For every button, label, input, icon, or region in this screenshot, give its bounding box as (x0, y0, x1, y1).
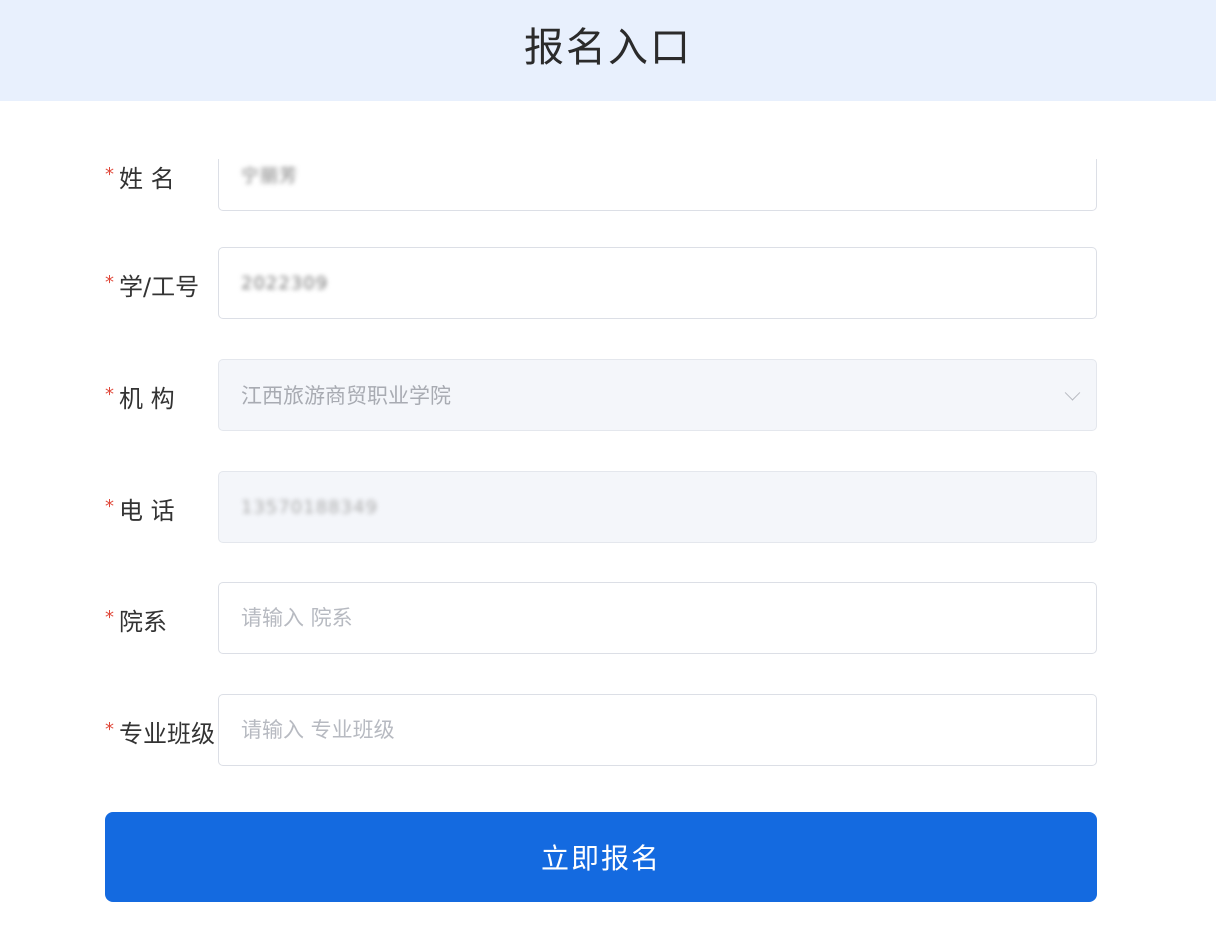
major-class-label: * 专业班级 (105, 718, 215, 748)
institution-row: * 机 构 江西旅游商贸职业学院 (0, 359, 1216, 433)
submit-button[interactable]: 立即报名 (105, 812, 1097, 902)
department-row: * 院系 (0, 582, 1216, 656)
name-label: * 姓 名 (105, 163, 175, 193)
phone-field[interactable]: 13570188349 (218, 471, 1097, 543)
institution-value: 江西旅游商贸职业学院 (241, 384, 451, 408)
id-label: * 学/工号 (105, 271, 200, 301)
major-class-input[interactable] (241, 718, 1041, 742)
page-title: 报名入口 (524, 24, 692, 71)
phone-value: 13570188349 (241, 496, 378, 518)
registration-form: * 姓 名 宁丽芳 * 学/工号 2022309 * 机 构 江西旅游商贸职业学… (0, 101, 1216, 940)
id-value: 2022309 (241, 272, 329, 294)
id-row: * 学/工号 2022309 (0, 247, 1216, 321)
department-field[interactable] (218, 582, 1097, 654)
institution-select[interactable]: 江西旅游商贸职业学院 (218, 359, 1097, 431)
name-field[interactable]: 宁丽芳 (218, 159, 1097, 211)
id-field[interactable]: 2022309 (218, 247, 1097, 319)
page-header: 报名入口 (0, 0, 1216, 101)
major-class-field[interactable] (218, 694, 1097, 766)
major-class-row: * 专业班级 (0, 694, 1216, 768)
phone-label: * 电 话 (105, 495, 175, 525)
name-value: 宁丽芳 (241, 166, 298, 187)
phone-row: * 电 话 13570188349 (0, 471, 1216, 545)
institution-label: * 机 构 (105, 383, 175, 413)
department-input[interactable] (241, 606, 1041, 630)
chevron-down-icon (1064, 385, 1081, 401)
name-row: * 姓 名 宁丽芳 (0, 159, 1216, 213)
department-label: * 院系 (105, 606, 167, 636)
